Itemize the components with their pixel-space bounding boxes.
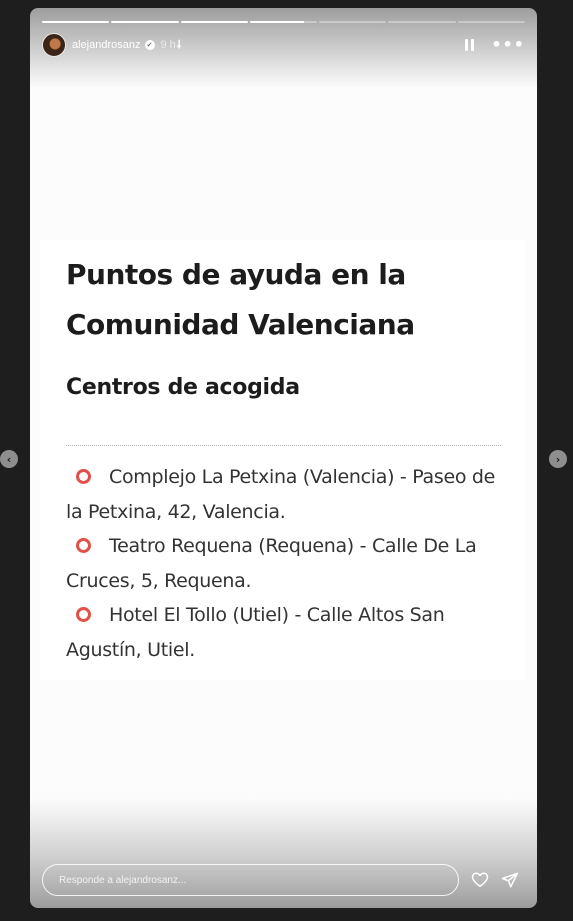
bullet-icon bbox=[76, 607, 91, 622]
next-story-button[interactable]: › bbox=[549, 450, 567, 468]
progress-segment bbox=[457, 21, 525, 23]
card-title: Puntos de ayuda en la Comunidad Valencia… bbox=[66, 258, 415, 341]
list-item: Teatro Requena (Requena) - Calle De La C… bbox=[66, 529, 506, 598]
list-item: Hotel El Tollo (Utiel) - Calle Altos San… bbox=[66, 598, 506, 667]
heart-icon[interactable] bbox=[471, 871, 489, 889]
more-options-icon[interactable]: ••• bbox=[491, 37, 525, 53]
chevron-left-icon: ‹ bbox=[6, 452, 12, 466]
list-item: Complejo La Petxina (Valencia) - Paseo d… bbox=[66, 460, 506, 529]
story-progress-bar bbox=[42, 21, 525, 23]
story-footer bbox=[42, 864, 525, 896]
avatar[interactable] bbox=[42, 33, 66, 57]
progress-segment bbox=[249, 21, 318, 23]
bullet-icon bbox=[76, 538, 91, 553]
progress-segment bbox=[319, 21, 387, 23]
list-item-text: Teatro Requena (Requena) - Calle De La C… bbox=[66, 535, 477, 592]
progress-segment bbox=[180, 21, 248, 23]
post-time: 9 h bbox=[160, 39, 176, 51]
shelter-list: Complejo La Petxina (Valencia) - Paseo d… bbox=[66, 460, 506, 667]
story-header: alejandrosanz ✔ 9 h 🠗 ••• bbox=[42, 33, 525, 57]
pause-icon[interactable] bbox=[465, 39, 475, 51]
username[interactable]: alejandrosanz bbox=[72, 39, 141, 51]
divider bbox=[66, 445, 501, 446]
list-item-text: Complejo La Petxina (Valencia) - Paseo d… bbox=[66, 466, 496, 523]
progress-segment bbox=[42, 21, 110, 23]
bullet-icon bbox=[76, 469, 91, 484]
list-item-text: Hotel El Tollo (Utiel) - Calle Altos San… bbox=[66, 604, 445, 661]
progress-segment bbox=[111, 21, 179, 23]
reply-input[interactable] bbox=[42, 864, 459, 896]
chevron-right-icon: › bbox=[555, 452, 561, 466]
story-content-card: Puntos de ayuda en la Comunidad Valencia… bbox=[40, 240, 526, 680]
progress-segment bbox=[388, 21, 456, 23]
down-arrow-icon: 🠗 bbox=[176, 37, 182, 51]
previous-story-button[interactable]: ‹ bbox=[0, 450, 18, 468]
story-viewer[interactable]: alejandrosanz ✔ 9 h 🠗 ••• Puntos de ayud… bbox=[30, 8, 537, 908]
send-icon[interactable] bbox=[501, 871, 519, 889]
verified-badge-icon: ✔ bbox=[144, 40, 155, 50]
card-subtitle: Centros de acogida bbox=[66, 375, 300, 400]
